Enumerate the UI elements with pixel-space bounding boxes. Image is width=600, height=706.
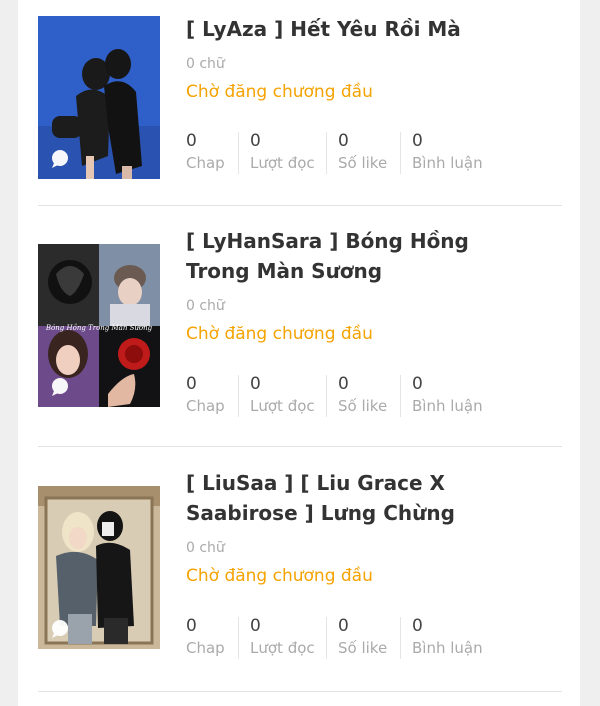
stat-label: Bình luận — [412, 639, 483, 657]
stat-label: Lượt đọc — [250, 639, 315, 657]
story-card[interactable]: [ LyAza ] Hết Yêu Rồi Mà 0 chữ Chờ đăng … — [38, 0, 562, 206]
stat-label: Số like — [338, 154, 388, 172]
stat-likes: 0 Số like — [338, 130, 387, 176]
story-stats: 0 Chap 0 Lượt đọc 0 Số like 0 Bình luận — [186, 130, 526, 176]
stat-value: 0 — [250, 374, 261, 394]
story-stats: 0 Chap 0 Lượt đọc 0 Số like 0 Bình luận — [186, 615, 526, 661]
story-cover[interactable]: Bóng Hồng Trong Màn Sương — [38, 244, 160, 407]
story-title[interactable]: [ LyHanSara ] Bóng Hồng Trong Màn Sương — [186, 226, 486, 286]
story-cover[interactable] — [38, 16, 160, 179]
divider — [326, 375, 327, 417]
publish-status: Chờ đăng chương đầu — [186, 324, 373, 344]
stat-value: 0 — [186, 616, 197, 636]
divider — [326, 132, 327, 174]
stat-reads: 0 Lượt đọc — [250, 373, 315, 419]
stat-value: 0 — [412, 616, 423, 636]
story-title[interactable]: [ LyAza ] Hết Yêu Rồi Mà — [186, 14, 486, 44]
stat-value: 0 — [412, 131, 423, 151]
stat-value: 0 — [250, 616, 261, 636]
divider — [400, 375, 401, 417]
stat-label: Lượt đọc — [250, 397, 315, 415]
stat-value: 0 — [338, 616, 349, 636]
divider — [400, 617, 401, 659]
stat-comments: 0 Bình luận — [412, 615, 483, 661]
stat-comments: 0 Bình luận — [412, 373, 483, 419]
divider — [326, 617, 327, 659]
story-stats: 0 Chap 0 Lượt đọc 0 Số like 0 Bình luận — [186, 373, 526, 419]
publish-status: Chờ đăng chương đầu — [186, 566, 373, 586]
chat-bubble-icon — [52, 620, 68, 638]
stat-label: Chap — [186, 397, 225, 415]
stat-label: Lượt đọc — [250, 154, 315, 172]
story-card[interactable]: [ LiuSaa ] [ Liu Grace X Saabirose ] Lưn… — [38, 446, 562, 692]
stat-label: Bình luận — [412, 397, 483, 415]
stat-label: Bình luận — [412, 154, 483, 172]
cover-caption: Bóng Hồng Trong Màn Sương — [45, 323, 153, 332]
stat-label: Chap — [186, 639, 225, 657]
stat-value: 0 — [338, 131, 349, 151]
chat-bubble-icon — [52, 378, 68, 396]
word-count: 0 chữ — [186, 298, 225, 314]
stat-value: 0 — [186, 374, 197, 394]
word-count: 0 chữ — [186, 56, 225, 72]
stat-value: 0 — [186, 131, 197, 151]
stat-label: Số like — [338, 639, 388, 657]
stat-chap: 0 Chap — [186, 615, 225, 661]
stat-reads: 0 Lượt đọc — [250, 615, 315, 661]
stat-value: 0 — [412, 374, 423, 394]
chat-bubble-icon — [52, 150, 68, 168]
story-cover[interactable] — [38, 486, 160, 649]
story-list-panel: [ LyAza ] Hết Yêu Rồi Mà 0 chữ Chờ đăng … — [18, 0, 580, 706]
stat-chap: 0 Chap — [186, 373, 225, 419]
stat-chap: 0 Chap — [186, 130, 225, 176]
stat-label: Chap — [186, 154, 225, 172]
stat-reads: 0 Lượt đọc — [250, 130, 315, 176]
publish-status: Chờ đăng chương đầu — [186, 82, 373, 102]
stat-likes: 0 Số like — [338, 615, 387, 661]
story-title[interactable]: [ LiuSaa ] [ Liu Grace X Saabirose ] Lưn… — [186, 468, 486, 528]
stat-value: 0 — [250, 131, 261, 151]
divider — [238, 132, 239, 174]
word-count: 0 chữ — [186, 540, 225, 556]
stat-label: Số like — [338, 397, 388, 415]
stat-likes: 0 Số like — [338, 373, 387, 419]
stat-value: 0 — [338, 374, 349, 394]
divider — [400, 132, 401, 174]
story-card[interactable]: Bóng Hồng Trong Màn Sương [ LyHanSara ] … — [38, 205, 562, 447]
divider — [238, 375, 239, 417]
divider — [238, 617, 239, 659]
stat-comments: 0 Bình luận — [412, 130, 483, 176]
